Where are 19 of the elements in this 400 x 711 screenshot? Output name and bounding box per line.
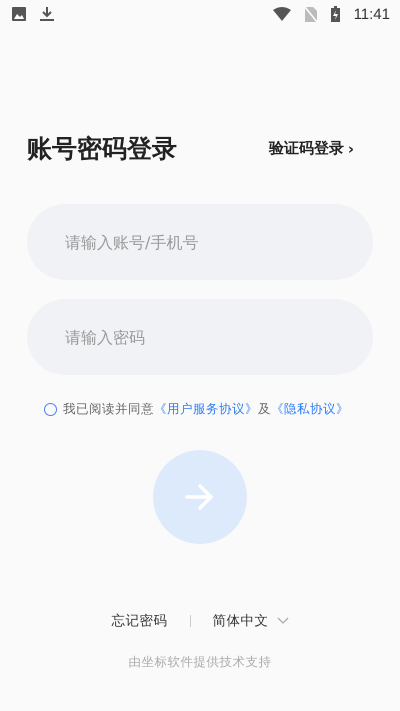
chevron-down-icon [276, 617, 288, 625]
privacy-agreement-link[interactable]: 《隐私协议》 [271, 401, 349, 416]
agree-radio[interactable] [44, 403, 57, 416]
image-icon [12, 7, 26, 21]
code-login-link[interactable]: 验证码登录 › [268, 139, 354, 158]
language-selector[interactable]: 简体中文 [212, 612, 288, 630]
service-agreement-link[interactable]: 《用户服务协议》 [154, 401, 258, 416]
arrow-right-icon [185, 484, 215, 510]
wifi-icon [272, 7, 291, 21]
support-text: 由坐标软件提供技术支持 [128, 654, 272, 671]
agreement-text: 我已阅读并同意《用户服务协议》及《隐私协议》 [63, 401, 349, 418]
download-icon [40, 6, 54, 22]
battery-icon [330, 6, 340, 22]
no-sim-icon [304, 6, 317, 22]
forgot-password-link[interactable]: 忘记密码 [112, 612, 168, 630]
password-field[interactable]: 请输入密码 [27, 299, 373, 375]
account-field[interactable]: 请输入账号/手机号 [27, 204, 373, 280]
page-title: 账号密码登录 [27, 133, 177, 165]
status-time: 11:41 [354, 6, 390, 22]
